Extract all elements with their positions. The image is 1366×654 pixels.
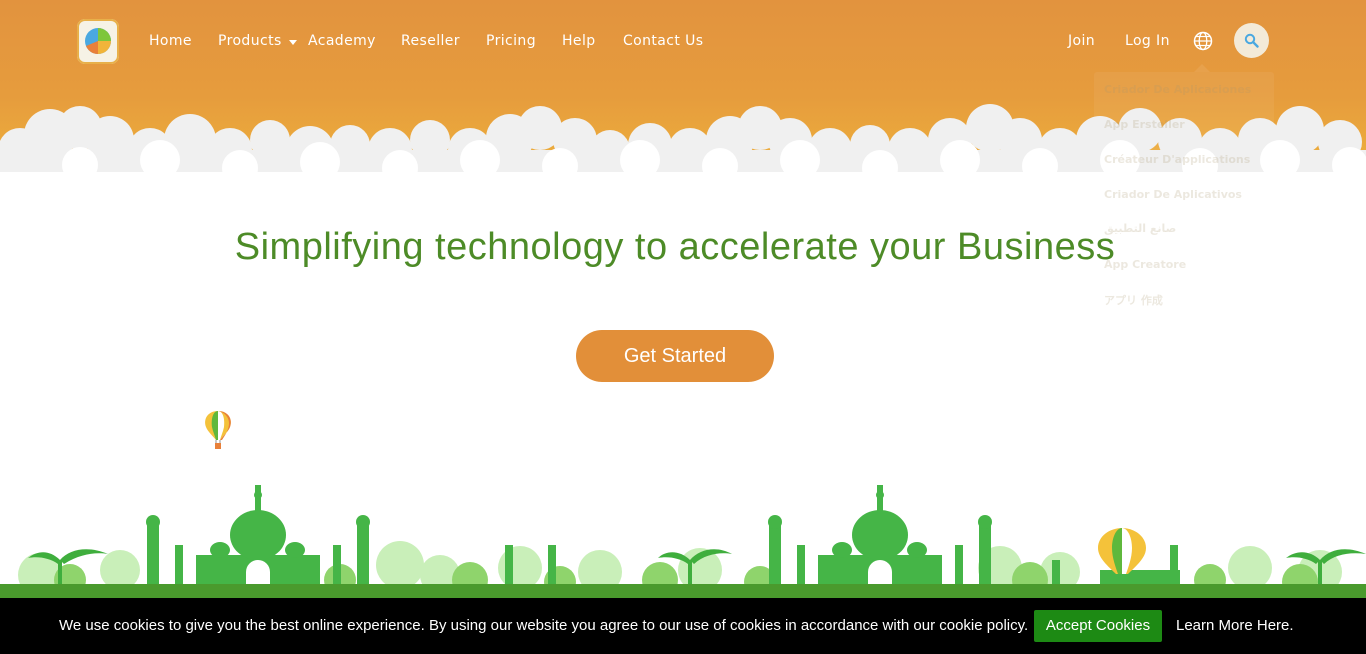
nav-pricing[interactable]: Pricing [486, 33, 536, 49]
cookie-message: We use cookies to give you the best onli… [59, 617, 1029, 634]
language-option[interactable]: Criador De Aplicaciones [1104, 83, 1251, 96]
search-icon [1244, 33, 1259, 48]
cookie-banner: We use cookies to give you the best onli… [0, 598, 1366, 654]
language-menu: Criador De Aplicaciones App Ersteller Cr… [1094, 72, 1274, 322]
hero-title: Simplifying technology to accelerate you… [234, 226, 1116, 268]
learn-more-link[interactable]: Learn More Here. [1176, 617, 1294, 634]
nav-academy[interactable]: Academy [308, 33, 376, 49]
search-button[interactable] [1234, 23, 1269, 58]
language-option[interactable]: Criador De Aplicativos [1104, 188, 1242, 201]
language-option[interactable]: アプリ 作成 [1104, 292, 1163, 308]
logo-icon [85, 28, 111, 54]
accept-cookies-button[interactable]: Accept Cookies [1034, 610, 1162, 642]
chevron-down-icon[interactable] [289, 40, 297, 45]
login-link[interactable]: Log In [1125, 33, 1170, 49]
top-navbar: Home Products Academy Reseller Pricing H… [0, 0, 1366, 82]
get-started-button[interactable]: Get Started [576, 330, 774, 382]
app-logo[interactable] [77, 19, 119, 64]
nav-products[interactable]: Products [218, 33, 282, 49]
language-option[interactable]: Créateur D'applications [1104, 153, 1250, 166]
nav-help[interactable]: Help [562, 33, 596, 49]
nav-home[interactable]: Home [149, 33, 192, 49]
nav-contact-us[interactable]: Contact Us [623, 33, 703, 49]
globe-icon[interactable] [1193, 31, 1213, 51]
language-menu-arrow [1194, 64, 1210, 72]
nav-reseller[interactable]: Reseller [401, 33, 460, 49]
hot-air-balloon-icon [205, 411, 231, 449]
language-option[interactable]: App Ersteller [1104, 118, 1185, 131]
join-link[interactable]: Join [1068, 33, 1095, 49]
mosque-skyline-illustration [0, 485, 1366, 600]
